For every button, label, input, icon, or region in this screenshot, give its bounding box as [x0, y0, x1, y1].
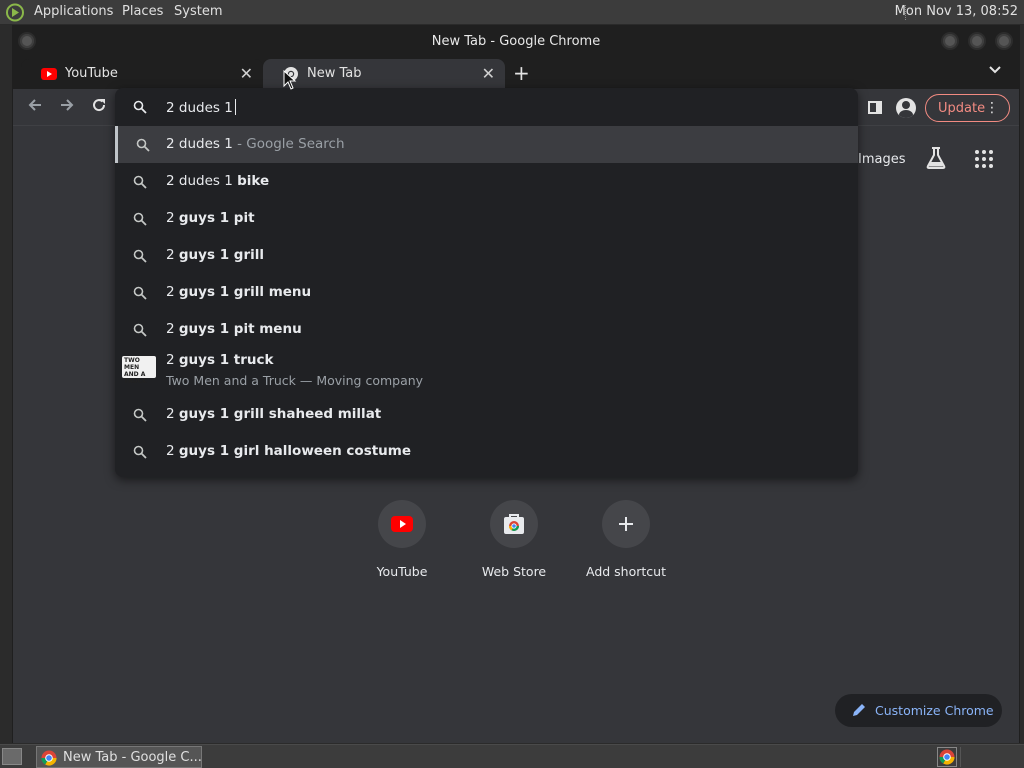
side-panel-icon[interactable]	[868, 101, 882, 114]
window-titlebar[interactable]: New Tab - Google Chrome	[13, 26, 1019, 57]
search-icon	[133, 323, 147, 337]
more-menu-icon[interactable]: ⋮	[985, 100, 999, 116]
reload-icon[interactable]	[91, 97, 107, 118]
search-icon	[133, 100, 147, 114]
maximize-button[interactable]	[968, 32, 986, 50]
suggestion-item[interactable]: 2 guys 1 grill shaheed millat	[115, 396, 858, 433]
mouse-cursor-icon	[283, 70, 297, 90]
suggestion-text: 2 guys 1 truck	[166, 352, 274, 368]
shortcut-youtube[interactable]: YouTube	[346, 500, 458, 580]
labs-flask-icon[interactable]	[925, 146, 947, 170]
tray-separator	[960, 747, 990, 767]
system-menu[interactable]: System	[174, 4, 222, 19]
profile-avatar-icon[interactable]	[896, 98, 916, 118]
suggestion-text: 2 guys 1 pit	[166, 210, 255, 226]
update-label: Update	[938, 101, 986, 116]
shortcut-web-store[interactable]: Web Store	[458, 500, 570, 580]
close-window-button[interactable]	[995, 32, 1013, 50]
suggestion-item-entity[interactable]: TWO MEN AND A TRUCK 2 guys 1 truck Two Men…	[115, 348, 858, 396]
search-icon	[133, 249, 147, 263]
close-tab-icon[interactable]: ✕	[482, 64, 495, 83]
suggestion-item[interactable]: 2 guys 1 grill	[115, 237, 858, 274]
suggestion-item[interactable]: 2 guys 1 girl halloween costume	[115, 433, 858, 470]
omnibox-dropdown: 2 dudes 1 2 dudes 1 - Google Search 2 du…	[115, 88, 858, 477]
youtube-icon	[391, 516, 413, 532]
suggestion-text: 2 guys 1 grill menu	[166, 284, 312, 300]
address-bar-input[interactable]: 2 dudes 1	[115, 88, 858, 126]
tab-label: YouTube	[65, 66, 118, 81]
two-men-and-a-truck-logo: TWO MEN AND A TRUCK	[122, 356, 156, 385]
desktop-taskbar: New Tab - Google C...	[0, 744, 1024, 768]
new-tab-button[interactable]: +	[513, 61, 530, 85]
suggestion-text: 2 dudes 1 bike	[166, 173, 270, 189]
images-link[interactable]: Images	[858, 152, 906, 167]
suggestion-subtitle: Two Men and a Truck — Moving company	[166, 373, 424, 388]
shortcut-label: YouTube	[376, 564, 428, 579]
suggestion-item[interactable]: 2 guys 1 grill menu	[115, 274, 858, 311]
clock[interactable]: Mon Nov 13, 08:52	[895, 4, 1018, 19]
customize-chrome-button[interactable]: Customize Chrome	[835, 694, 1002, 727]
tab-label: New Tab	[307, 66, 362, 81]
back-arrow-icon[interactable]	[27, 97, 43, 118]
desktop-top-panel: Applications Places System Mon Nov 13, 0…	[0, 0, 1024, 25]
shortcut-add[interactable]: Add shortcut	[570, 500, 682, 580]
tab-search-chevron-icon[interactable]	[989, 63, 1001, 78]
show-desktop-icon[interactable]	[2, 748, 22, 765]
search-icon	[136, 138, 150, 152]
suggestion-item[interactable]: 2 guys 1 pit	[115, 200, 858, 237]
shortcut-tile	[490, 500, 538, 548]
plus-icon	[619, 517, 633, 531]
search-icon	[133, 212, 147, 226]
web-store-icon	[504, 514, 524, 534]
taskbar-window-label: New Tab - Google C...	[63, 750, 202, 765]
customize-label: Customize Chrome	[875, 703, 994, 718]
suggestion-text: 2 dudes 1 - Google Search	[166, 136, 345, 152]
minimize-button[interactable]	[941, 32, 959, 50]
search-icon	[133, 175, 147, 189]
search-icon	[133, 408, 147, 422]
shortcut-tile	[602, 500, 650, 548]
youtube-icon	[41, 68, 57, 80]
suggestion-text: 2 guys 1 pit menu	[166, 321, 302, 337]
applications-menu[interactable]: Applications	[34, 4, 113, 19]
search-icon	[133, 286, 147, 300]
suggestion-text: 2 guys 1 grill shaheed millat	[166, 406, 382, 422]
tab-new-tab[interactable]: New Tab ✕	[263, 59, 505, 89]
suggestion-text: 2 guys 1 girl halloween costume	[166, 443, 412, 459]
shortcut-label: Web Store	[481, 564, 547, 579]
places-menu[interactable]: Places	[122, 4, 163, 19]
pencil-icon	[853, 704, 865, 716]
tab-strip: YouTube ✕ New Tab ✕ +	[13, 57, 1019, 89]
update-button[interactable]: Update ⋮	[925, 94, 1010, 122]
tab-youtube[interactable]: YouTube ✕	[21, 59, 263, 89]
suggestion-text: 2 guys 1 grill	[166, 247, 264, 263]
suggestion-item[interactable]: 2 guys 1 pit menu	[115, 311, 858, 348]
shortcut-label: Add shortcut	[586, 564, 666, 579]
google-apps-icon[interactable]	[975, 150, 993, 168]
address-bar-text[interactable]: 2 dudes 1	[166, 99, 236, 116]
chrome-icon	[41, 750, 57, 766]
distro-logo-icon[interactable]	[5, 3, 25, 22]
search-icon	[133, 445, 147, 459]
shortcut-tile	[378, 500, 426, 548]
taskbar-window-button[interactable]: New Tab - Google C...	[36, 746, 202, 768]
suggestion-item[interactable]: 2 dudes 1 - Google Search	[115, 126, 858, 163]
window-title: New Tab - Google Chrome	[431, 34, 601, 49]
close-tab-icon[interactable]: ✕	[240, 64, 253, 83]
tray-chrome-icon[interactable]	[937, 747, 957, 767]
suggestion-item[interactable]: 2 dudes 1 bike	[115, 163, 858, 200]
forward-arrow-icon[interactable]	[59, 97, 75, 118]
